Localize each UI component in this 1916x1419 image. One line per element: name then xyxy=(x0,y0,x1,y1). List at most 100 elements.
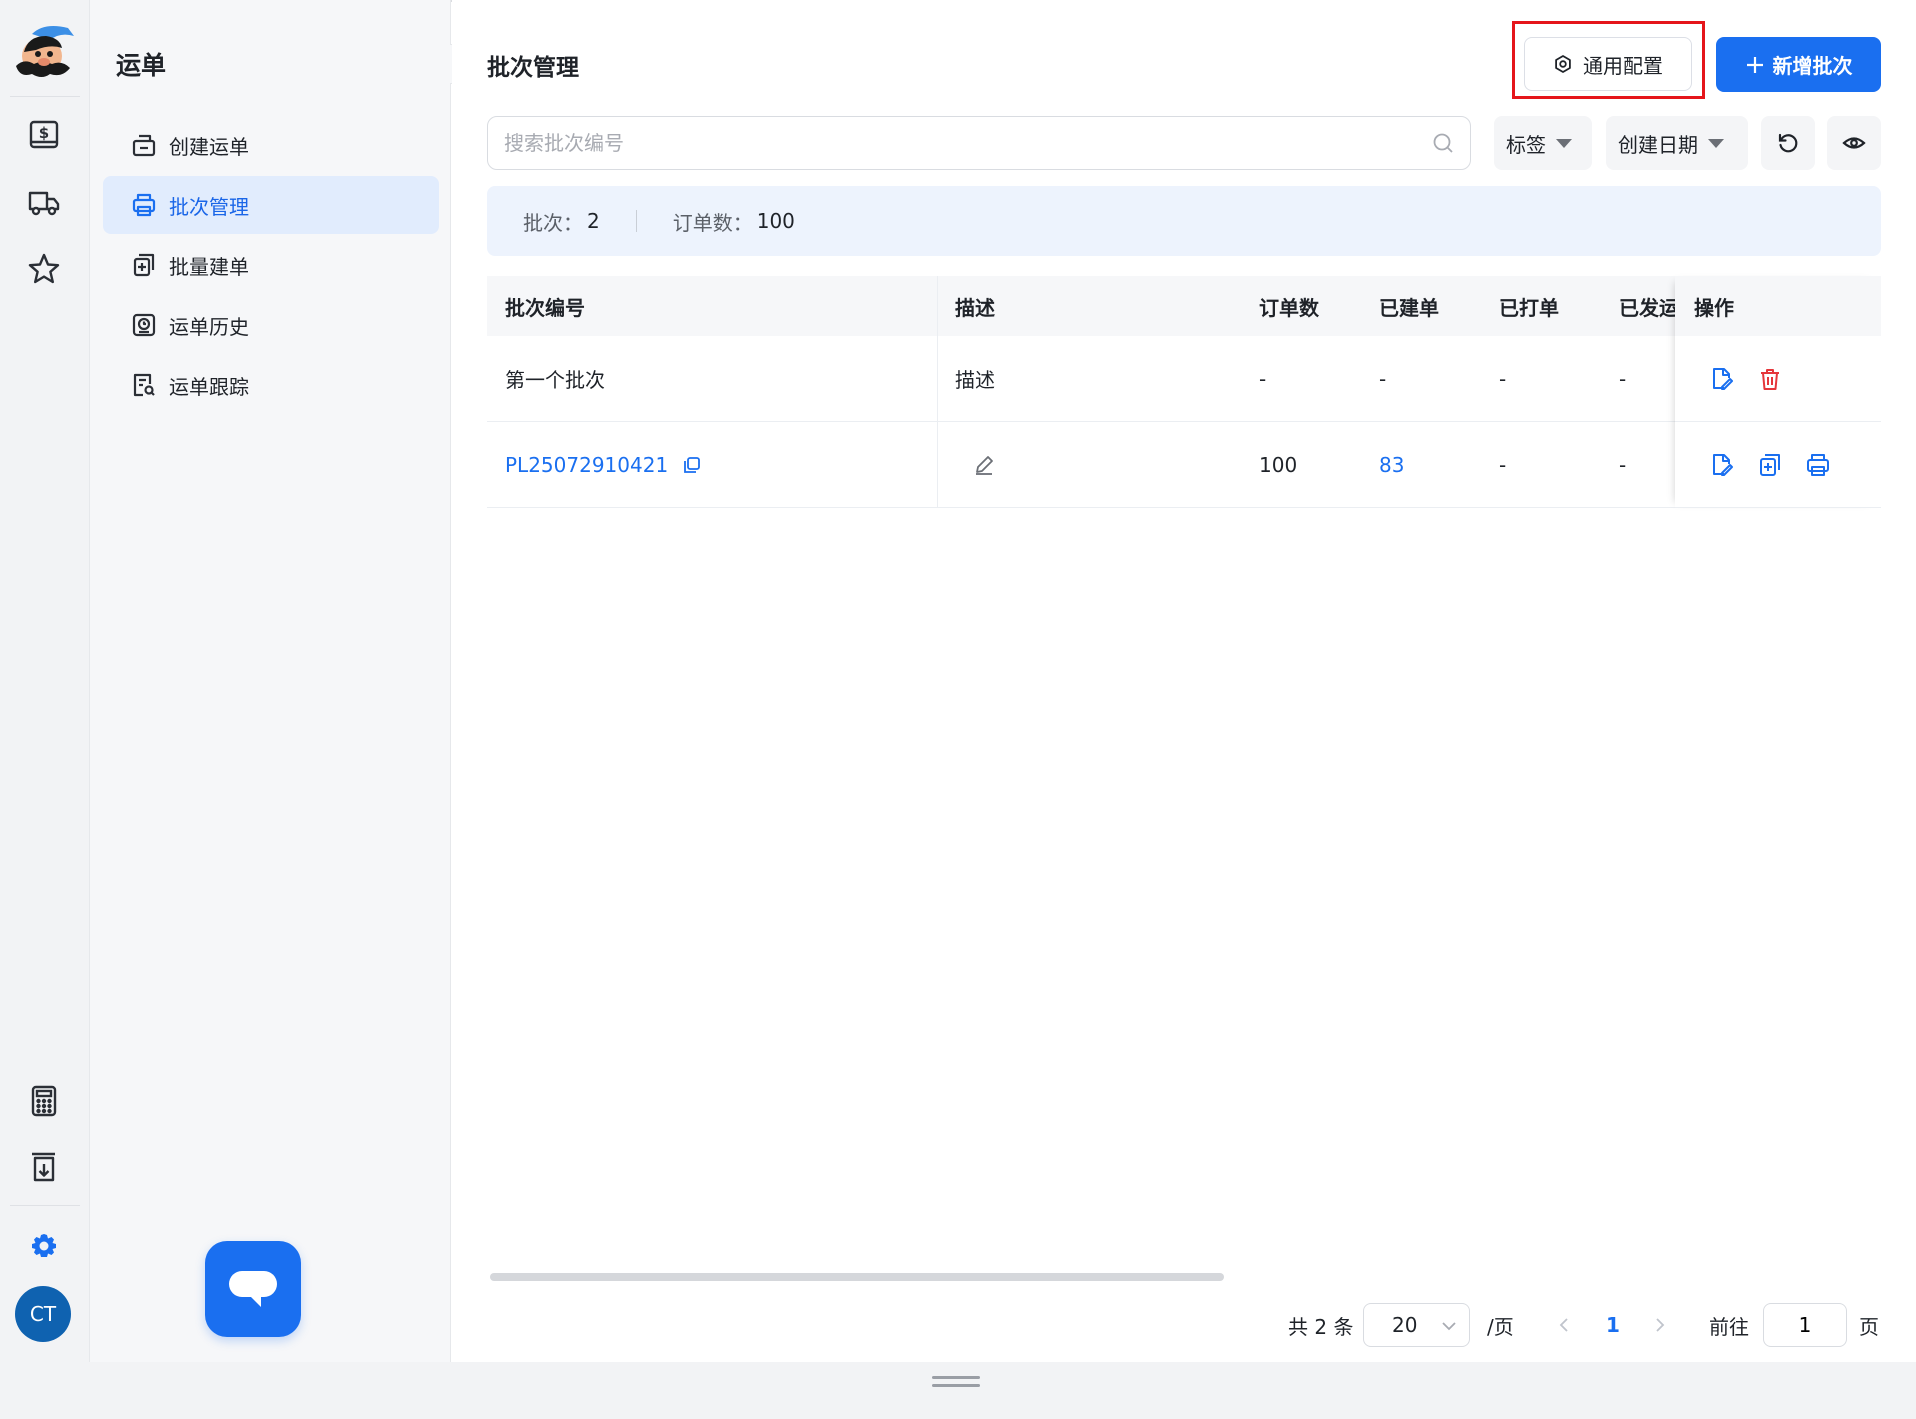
created-cell: - xyxy=(1379,366,1387,391)
batch-add-icon[interactable] xyxy=(1757,452,1783,478)
order-count-value: 100 xyxy=(756,209,795,233)
table-row: 第一个批次 描述 - - - - xyxy=(487,336,1881,422)
app-window: $ CT 运单 创建运单 批次管理 批量建单 运单历史 运单跟踪 批次管理 通用… xyxy=(0,0,1916,1419)
description-cell xyxy=(973,422,995,507)
sidebar-item-label: 运单历史 xyxy=(169,314,249,339)
goto-page-input[interactable] xyxy=(1763,1303,1847,1347)
general-config-button[interactable]: 通用配置 xyxy=(1524,37,1692,91)
goto-label: 前往 xyxy=(1709,1314,1749,1339)
next-page-button[interactable] xyxy=(1654,1303,1666,1347)
column-header-created: 已建单 xyxy=(1379,295,1439,320)
new-batch-button[interactable]: 新增批次 xyxy=(1716,37,1881,92)
refresh-button[interactable] xyxy=(1761,116,1815,170)
per-page-label: /页 xyxy=(1487,1314,1514,1339)
edit-document-icon[interactable] xyxy=(1709,452,1735,478)
date-filter-label: 创建日期 xyxy=(1618,132,1698,157)
batch-count-value: 2 xyxy=(587,209,600,233)
tag-filter-label: 标签 xyxy=(1506,132,1546,157)
delete-icon[interactable] xyxy=(1757,366,1783,392)
batch-no-cell: PL25072910421 xyxy=(505,422,702,507)
resize-grip xyxy=(932,1384,980,1387)
batch-name-cell: 第一个批次 xyxy=(505,368,605,392)
sidebar-item-batch-create[interactable]: 批量建单 xyxy=(103,236,439,294)
bottom-resize-bar[interactable] xyxy=(0,1362,1916,1419)
logo-mascot-icon[interactable] xyxy=(10,22,78,80)
date-filter-dropdown[interactable]: 创建日期 xyxy=(1606,116,1748,170)
chevron-right-icon xyxy=(1656,1318,1665,1332)
secondary-sidebar: 运单 创建运单 批次管理 批量建单 运单历史 运单跟踪 xyxy=(90,0,451,1362)
table-row: PL25072910421 100 83 - - xyxy=(487,422,1881,508)
gear-icon[interactable] xyxy=(23,1225,65,1267)
actions-cell xyxy=(1709,422,1853,507)
sidebar-item-label: 批量建单 xyxy=(169,254,249,279)
refresh-icon xyxy=(1778,133,1798,153)
user-avatar[interactable]: CT xyxy=(15,1286,71,1342)
sidebar-item-label: 创建运单 xyxy=(169,134,249,159)
search-input[interactable] xyxy=(504,117,1404,169)
orders-cell: - xyxy=(1259,366,1267,391)
sidebar-title: 运单 xyxy=(116,51,167,80)
search-box xyxy=(487,116,1471,170)
sidebar-item-batch-management[interactable]: 批次管理 xyxy=(103,176,439,234)
icon-rail: $ CT xyxy=(0,0,90,1362)
edit-document-icon[interactable] xyxy=(1709,366,1735,392)
search-icon[interactable] xyxy=(1432,132,1454,154)
caret-down-icon xyxy=(1556,138,1572,148)
new-batch-label: 新增批次 xyxy=(1772,54,1853,78)
history-icon xyxy=(132,313,156,337)
rail-divider xyxy=(10,1205,80,1206)
sidebar-item-waybill-tracking[interactable]: 运单跟踪 xyxy=(103,356,439,414)
tag-filter-dropdown[interactable]: 标签 xyxy=(1494,116,1592,170)
sidebar-item-waybill-history[interactable]: 运单历史 xyxy=(103,296,439,354)
column-header-description: 描述 xyxy=(955,295,995,320)
description-cell: 描述 xyxy=(955,368,995,392)
eye-icon xyxy=(1842,137,1866,149)
pencil-icon[interactable] xyxy=(973,454,995,476)
resize-grip xyxy=(932,1376,980,1379)
column-header-orders: 订单数 xyxy=(1259,295,1319,320)
chevron-down-icon xyxy=(1442,1322,1456,1331)
column-divider xyxy=(937,276,938,508)
truck-icon[interactable] xyxy=(23,182,65,224)
shipped-cell: - xyxy=(1619,452,1627,477)
printed-cell: - xyxy=(1499,452,1507,477)
pagination-total: 共 2 条 xyxy=(1288,1314,1354,1339)
table-header: 批次编号 描述 订单数 已建单 已打单 已发运 操作 xyxy=(487,276,1881,336)
chat-bubble-icon xyxy=(229,1271,277,1307)
horizontal-scrollbar[interactable] xyxy=(490,1273,1224,1281)
prev-page-button[interactable] xyxy=(1558,1303,1570,1347)
page-number-current[interactable]: 1 xyxy=(1606,1303,1620,1347)
settings-icon xyxy=(1555,55,1571,73)
calculator-icon[interactable] xyxy=(23,1080,65,1122)
star-icon[interactable] xyxy=(23,248,65,290)
actions-cell xyxy=(1709,336,1805,421)
main-content: 批次管理 通用配置 新增批次 标签 创建日期 xyxy=(452,0,1916,1362)
batch-add-icon xyxy=(133,253,155,277)
plus-icon xyxy=(1746,56,1763,73)
page-size-select[interactable]: 20 xyxy=(1363,1303,1470,1347)
create-waybill-icon xyxy=(132,134,156,157)
dollar-icon[interactable]: $ xyxy=(23,115,65,157)
orders-cell: 100 xyxy=(1259,452,1298,477)
page-size-value: 20 xyxy=(1392,1313,1418,1337)
printed-cell: - xyxy=(1499,366,1507,391)
track-icon xyxy=(133,373,155,397)
summary-divider xyxy=(635,210,637,232)
batch-no-link[interactable]: PL25072910421 xyxy=(505,453,668,477)
download-icon[interactable] xyxy=(23,1146,65,1188)
chat-support-button[interactable] xyxy=(205,1241,301,1337)
view-toggle-button[interactable] xyxy=(1827,116,1881,170)
created-cell[interactable]: 83 xyxy=(1379,422,1404,507)
column-header-actions: 操作 xyxy=(1694,295,1734,320)
order-count-label: 订单数： xyxy=(672,210,753,235)
column-header-shipped: 已发运 xyxy=(1619,295,1675,320)
page-suffix-label: 页 xyxy=(1859,1314,1879,1339)
sidebar-item-create-waybill[interactable]: 创建运单 xyxy=(103,116,439,174)
sidebar-item-label: 批次管理 xyxy=(169,194,249,219)
printer-icon[interactable] xyxy=(1805,452,1831,478)
config-label: 通用配置 xyxy=(1583,53,1663,78)
batch-count-label: 批次： xyxy=(523,210,583,235)
column-header-batch-no: 批次编号 xyxy=(505,295,585,320)
copy-icon[interactable] xyxy=(682,455,702,475)
svg-text:$: $ xyxy=(39,124,49,142)
